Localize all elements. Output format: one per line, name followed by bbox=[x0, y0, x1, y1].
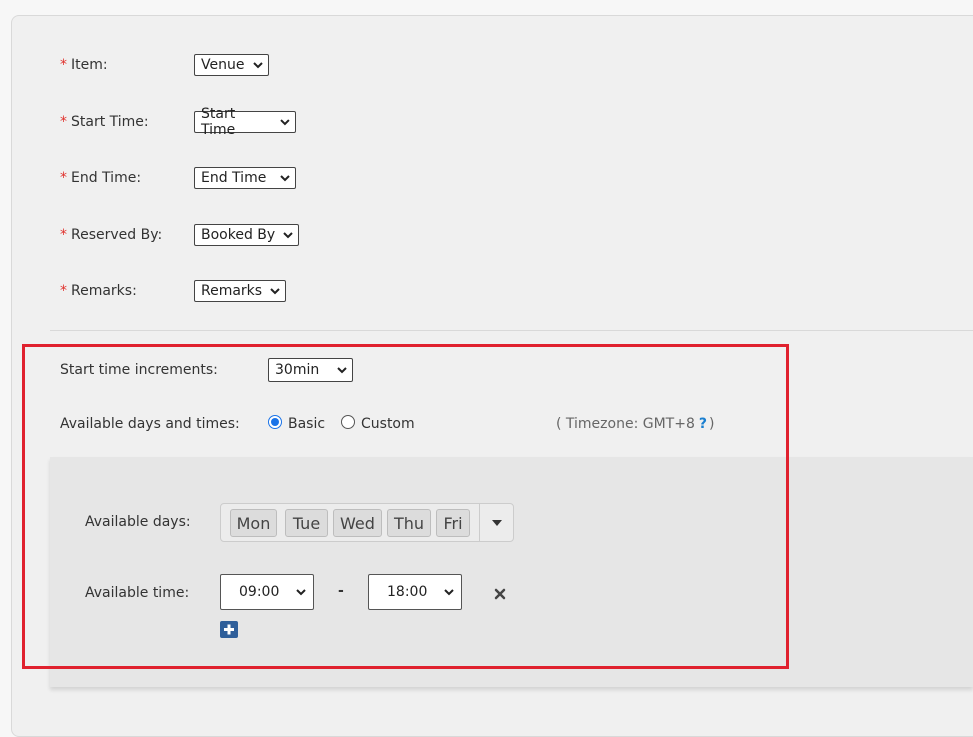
timezone-close: ) bbox=[708, 416, 715, 432]
reserved-by-select[interactable]: Booked By bbox=[194, 224, 299, 246]
caret-down-icon bbox=[491, 519, 502, 526]
required-mark: * bbox=[60, 227, 67, 243]
remarks-select[interactable]: Remarks bbox=[194, 280, 286, 302]
chevron-down-icon bbox=[444, 589, 454, 596]
timezone-text: ( Timezone: GMT+8 bbox=[556, 416, 695, 432]
start-time-select-value: Start Time bbox=[201, 106, 236, 138]
time-start-select[interactable]: 09:00 bbox=[220, 574, 314, 610]
time-separator: - bbox=[338, 583, 344, 599]
mode-custom-label[interactable]: Custom bbox=[361, 416, 415, 432]
close-icon[interactable] bbox=[494, 588, 506, 600]
item-label: Item: bbox=[71, 57, 108, 73]
mode-basic-label[interactable]: Basic bbox=[288, 416, 325, 432]
available-label: Available days and times: bbox=[60, 416, 240, 432]
time-start-value: 09:00 bbox=[239, 584, 280, 600]
required-mark: * bbox=[60, 170, 67, 186]
mode-custom-radio[interactable] bbox=[341, 415, 355, 429]
time-end-value: 18:00 bbox=[387, 584, 428, 600]
chevron-down-icon bbox=[280, 175, 290, 182]
available-days-selector[interactable]: Mon Tue Wed Thu Fri bbox=[220, 503, 514, 542]
available-days-label: Available days: bbox=[85, 514, 191, 530]
day-chip-tue[interactable]: Tue bbox=[285, 509, 328, 537]
chevron-down-icon bbox=[337, 367, 347, 374]
end-time-label: End Time: bbox=[71, 170, 142, 186]
start-time-label: Start Time: bbox=[71, 114, 149, 130]
plus-icon[interactable] bbox=[220, 621, 238, 638]
reserved-by-label: Reserved By: bbox=[71, 227, 163, 243]
chevron-down-icon bbox=[270, 288, 280, 295]
remarks-select-value: Remarks bbox=[201, 283, 263, 299]
chevron-down-icon bbox=[253, 62, 263, 69]
available-time-label: Available time: bbox=[85, 585, 190, 601]
required-mark: * bbox=[60, 57, 67, 73]
reserved-by-select-value: Booked By bbox=[201, 227, 276, 243]
end-time-select-value: End Time bbox=[201, 170, 267, 186]
required-mark: * bbox=[60, 114, 67, 130]
day-chip-fri[interactable]: Fri bbox=[436, 509, 470, 537]
time-end-select[interactable]: 18:00 bbox=[368, 574, 462, 610]
day-chip-thu[interactable]: Thu bbox=[387, 509, 431, 537]
increments-select-value: 30min bbox=[275, 362, 320, 378]
chevron-down-icon bbox=[283, 232, 293, 239]
help-icon[interactable]: ? bbox=[699, 416, 707, 432]
section-divider bbox=[50, 330, 973, 331]
day-chip-mon[interactable]: Mon bbox=[230, 509, 277, 537]
mode-basic-radio[interactable] bbox=[268, 415, 282, 429]
item-select[interactable]: Venue bbox=[194, 54, 269, 76]
start-time-select[interactable]: Start Time bbox=[194, 106, 296, 138]
plus-icon-glyph bbox=[224, 624, 234, 635]
increments-select[interactable]: 30min bbox=[268, 358, 353, 382]
end-time-select[interactable]: End Time bbox=[194, 167, 296, 189]
days-dropdown-toggle[interactable] bbox=[479, 504, 513, 541]
item-select-value: Venue bbox=[201, 57, 245, 73]
basic-schedule-panel bbox=[50, 457, 973, 687]
day-chip-wed[interactable]: Wed bbox=[333, 509, 382, 537]
required-mark: * bbox=[60, 283, 67, 299]
increments-label: Start time increments: bbox=[60, 362, 218, 378]
chevron-down-icon bbox=[296, 589, 306, 596]
chevron-down-icon bbox=[280, 119, 290, 126]
timezone-note: ( Timezone: GMT+8?) bbox=[556, 416, 714, 432]
remarks-label: Remarks: bbox=[71, 283, 137, 299]
